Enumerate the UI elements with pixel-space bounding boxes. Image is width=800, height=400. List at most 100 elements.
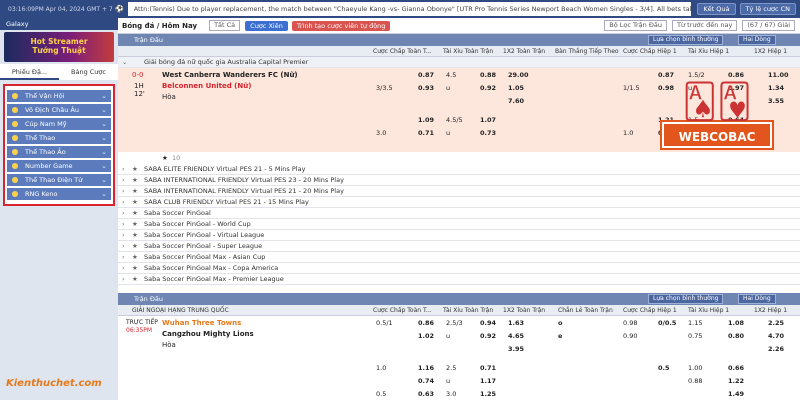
stats-badge[interactable]: 10 — [172, 154, 180, 162]
odds-cell[interactable]: 0.88 — [688, 377, 702, 385]
time-filter-select[interactable]: Từ trước đến nay — [671, 20, 738, 31]
odds-cell[interactable]: u — [446, 84, 450, 92]
odds-cell[interactable]: 4.5/5 — [446, 116, 463, 124]
odds-cell[interactable]: 0.80 — [728, 332, 744, 340]
odds-cell[interactable]: 0.63 — [418, 390, 434, 398]
odds-cell[interactable]: 3.0 — [376, 129, 386, 137]
favorite-star-icon[interactable]: ★ — [132, 197, 138, 208]
odds-cell[interactable]: 0.94 — [480, 319, 496, 327]
odds-format-select[interactable]: Tỷ lệ cược CN — [739, 3, 796, 15]
odds-cell[interactable]: 1.22 — [728, 377, 744, 385]
odds-cell[interactable]: 29.00 — [508, 71, 529, 79]
chevron-right-icon[interactable]: › — [122, 186, 125, 197]
home-team[interactable]: West Canberra Wanderers FC (Nữ) — [162, 71, 298, 79]
promo-banner[interactable]: Hot Streamer Tướng Thuật — [4, 32, 114, 62]
odds-cell[interactable]: 1.0 — [623, 129, 633, 137]
odds-cell[interactable]: 0.73 — [480, 129, 496, 137]
odds-cell[interactable]: 0.87 — [658, 71, 674, 79]
odds-cell[interactable]: u — [446, 332, 450, 340]
odds-cell[interactable]: 0.71 — [418, 129, 434, 137]
odds-cell[interactable]: 1.00 — [688, 364, 702, 372]
odds-cell[interactable]: 11.00 — [768, 71, 789, 79]
odds-cell[interactable]: 1.25 — [480, 390, 496, 398]
league-row[interactable]: › ★ Saba Soccer PinGoal - Virtual League — [118, 230, 800, 241]
favorite-star-icon[interactable]: ★ — [132, 230, 138, 241]
parlay-button[interactable]: Cược Xiên — [245, 20, 288, 31]
chevron-right-icon[interactable]: › — [122, 263, 125, 274]
league-row[interactable]: › ★ Saba Soccer PinGoal - Super League — [118, 241, 800, 252]
odds-cell[interactable]: 1.08 — [728, 319, 744, 327]
chevron-right-icon[interactable]: › — [122, 208, 125, 219]
sidebar-item-olympics[interactable]: Thể Vận Hội ⌄ — [7, 90, 111, 102]
odds-cell[interactable]: 0.86 — [728, 71, 744, 79]
odds-cell[interactable]: 0.92 — [480, 332, 496, 340]
league-row[interactable]: › ★ SABA ELITE FRIENDLY Virtual PES 21 - 5… — [118, 164, 800, 175]
favorite-star-icon[interactable]: ★ — [132, 274, 138, 285]
odds-cell[interactable]: 1.49 — [728, 390, 744, 398]
sidebar-item-number[interactable]: Number Game ⌄ — [7, 160, 111, 172]
odds-cell[interactable]: 0.75 — [688, 332, 702, 340]
sidebar-item-euro[interactable]: Vô Địch Châu Âu ⌄ — [7, 104, 111, 116]
league-row[interactable]: › ★ SABA INTERNATIONAL FRIENDLY Virtual PE… — [118, 186, 800, 197]
odds-cell[interactable]: 0.92 — [480, 84, 496, 92]
odds-cell[interactable]: 2.5 — [446, 364, 456, 372]
league-row[interactable]: › ★ Saba Soccer PinGoal - World Cup — [118, 219, 800, 230]
results-button[interactable]: Kết Quả — [697, 3, 736, 15]
chevron-right-icon[interactable]: › — [122, 164, 125, 175]
odds-cell[interactable]: 1.15 — [688, 319, 702, 327]
odds-cell[interactable]: 0.98 — [623, 319, 637, 327]
all-select[interactable]: Tất Cả — [209, 20, 241, 31]
away-team-2[interactable]: Cangzhou Mighty Lions — [162, 330, 254, 338]
odds-cell[interactable]: 1/1.5 — [623, 84, 640, 92]
league-row[interactable]: › ★ Saba Soccer PinGoal Max - Copa America — [118, 263, 800, 274]
odds-cell[interactable]: 1.17 — [480, 377, 496, 385]
odds-cell[interactable]: 4.70 — [768, 332, 784, 340]
odds-cell[interactable]: 0.5 — [658, 364, 670, 372]
tab-bet-slip[interactable]: Phiếu Đặ... — [0, 64, 59, 80]
odds-cell[interactable]: 2.5/3 — [446, 319, 463, 327]
league-row[interactable]: › ★ Saba Soccer PinGoal Max - Premier Leag… — [118, 274, 800, 285]
odds-cell[interactable]: 0.5 — [376, 390, 386, 398]
away-team[interactable]: Belconnen United (Nữ) — [162, 82, 251, 90]
odds-cell[interactable]: 0.5/1 — [376, 319, 393, 327]
league-row[interactable]: › ★ Saba Soccer PinGoal — [118, 208, 800, 219]
odds-cell[interactable]: 4.5 — [446, 71, 456, 79]
lines-select[interactable]: Hai Dòng — [738, 35, 776, 45]
odds-cell[interactable]: 0.88 — [480, 71, 496, 79]
odds-cell[interactable]: 0/0.5 — [658, 319, 676, 327]
odds-cell[interactable]: e — [558, 332, 562, 340]
chevron-right-icon[interactable]: › — [122, 252, 125, 263]
sidebar-item-keno[interactable]: RNG Keno ⌄ — [7, 188, 111, 200]
home-team-2[interactable]: Wuhan Three Towns — [162, 319, 241, 327]
lines-select-2[interactable]: Hai Dòng — [738, 294, 776, 304]
odds-cell[interactable]: 1.16 — [418, 364, 434, 372]
odds-cell[interactable]: 7.60 — [508, 97, 524, 105]
odds-cell[interactable]: 0.93 — [418, 84, 434, 92]
sort-select[interactable]: Lựa chọn bình thường — [648, 35, 724, 45]
odds-cell[interactable]: 0.86 — [418, 319, 434, 327]
favorite-star-icon[interactable]: ★ — [132, 208, 138, 219]
chevron-right-icon[interactable]: › — [122, 274, 125, 285]
match-filter-select[interactable]: Bộ Lọc Trận Đấu — [604, 20, 667, 31]
odds-cell[interactable]: 1.05 — [508, 84, 524, 92]
chevron-right-icon[interactable]: › — [122, 230, 125, 241]
chevron-right-icon[interactable]: › — [122, 175, 125, 186]
sidebar-item-virtual[interactable]: Thể Thao Ảo ⌄ — [7, 146, 111, 158]
chevron-right-icon[interactable]: › — [122, 219, 125, 230]
favorite-star-icon[interactable]: ★ — [132, 263, 138, 274]
favorite-star-icon[interactable]: ★ — [132, 175, 138, 186]
odds-cell[interactable]: 1.5/2 — [688, 71, 705, 79]
odds-cell[interactable]: 1.07 — [480, 116, 496, 124]
auto-bet-button[interactable]: Trình tạo cược viên tự động — [291, 20, 391, 31]
odds-cell[interactable]: 0.87 — [418, 71, 434, 79]
favorite-star-icon[interactable]: ★ — [132, 186, 138, 197]
odds-cell[interactable]: o — [558, 319, 562, 327]
odds-cell[interactable]: 3.95 — [508, 345, 524, 353]
odds-cell[interactable]: 0.90 — [623, 332, 637, 340]
tab-bet-list[interactable]: Bảng Cược — [59, 64, 118, 80]
odds-cell[interactable]: 1.0 — [376, 364, 386, 372]
league-row[interactable]: ⌄ Giải bóng đá nữ quốc gia Australia Cap… — [118, 57, 800, 68]
collapse-icon[interactable]: ⌄ — [122, 57, 127, 68]
sort-select-2[interactable]: Lựa chọn bình thường — [648, 294, 724, 304]
odds-cell[interactable]: u — [446, 377, 450, 385]
